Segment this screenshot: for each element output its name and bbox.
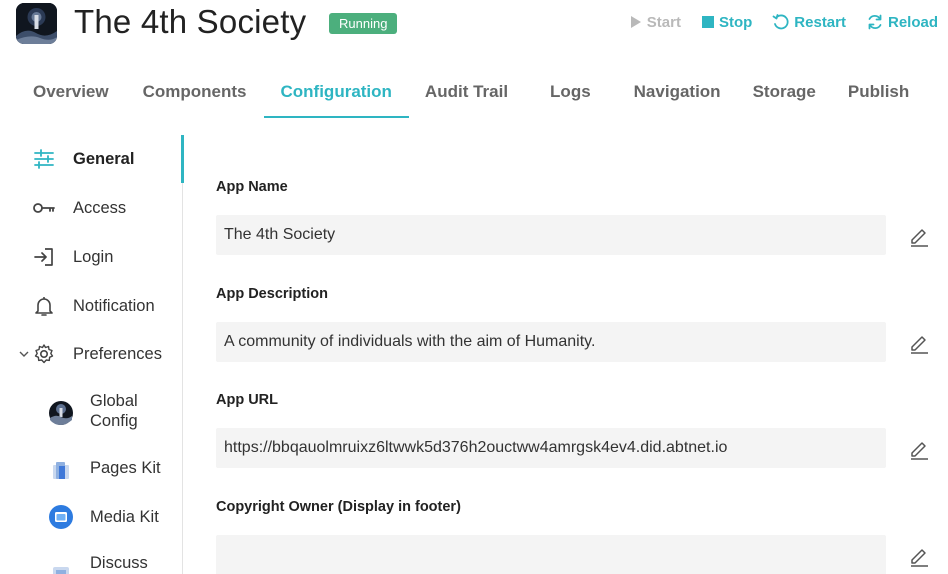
sidebar-item-label: Notification — [73, 296, 155, 315]
field-label: App URL — [216, 392, 279, 408]
login-icon — [34, 248, 53, 266]
app-header: The 4th Society Running Start Stop Resta… — [0, 0, 948, 50]
tab-bar: Overview Components Configuration Audit … — [16, 72, 926, 118]
start-button[interactable]: Start — [629, 14, 681, 31]
global-config-icon — [49, 401, 73, 425]
stop-label: Stop — [718, 13, 753, 31]
bell-icon — [35, 297, 53, 316]
sidebar-item-access[interactable]: Access — [0, 193, 183, 223]
tab-navigation[interactable]: Navigation — [617, 72, 738, 118]
reload-icon — [868, 14, 882, 30]
restart-label: Restart — [794, 13, 846, 31]
tab-storage[interactable]: Storage — [738, 72, 833, 118]
sliders-icon — [34, 149, 54, 169]
key-icon — [33, 203, 55, 213]
start-label: Start — [646, 13, 681, 31]
field-label: Copyright Owner (Display in footer) — [216, 499, 461, 515]
sidebar-subitem-label: Config — [90, 412, 138, 430]
app-name-input[interactable]: The 4th Society — [216, 215, 886, 255]
tab-overview[interactable]: Overview — [16, 72, 126, 118]
tab-components[interactable]: Components — [126, 72, 264, 118]
edit-pencil-icon[interactable] — [908, 225, 930, 247]
restart-icon — [772, 14, 789, 30]
media-kit-icon — [49, 505, 73, 529]
sidebar-subitem-global-config[interactable]: Global Config — [0, 390, 183, 434]
pages-kit-icon — [53, 462, 69, 479]
sidebar-subitem-label: Pages Kit — [90, 459, 161, 477]
edit-pencil-icon[interactable] — [908, 438, 930, 460]
sidebar-item-login[interactable]: Login — [0, 242, 183, 272]
stop-icon — [701, 16, 714, 28]
sidebar-subitem-label: Global — [90, 392, 138, 410]
app-logo — [16, 3, 57, 44]
tab-logs[interactable]: Logs — [534, 72, 617, 118]
sidebar-item-label: Login — [73, 247, 114, 266]
sidebar-subitem-label: Media Kit — [90, 508, 159, 526]
field-label: App Name — [216, 179, 288, 195]
edit-pencil-icon[interactable] — [908, 545, 930, 567]
reload-label: Reload — [887, 13, 938, 31]
sidebar-item-preferences[interactable]: Preferences — [0, 339, 183, 369]
reload-button[interactable]: Reload — [866, 13, 938, 31]
settings-sidebar: General Access Login Notification Prefer… — [0, 135, 184, 574]
edit-pencil-icon[interactable] — [908, 332, 930, 354]
status-badge: Running — [329, 13, 398, 34]
sidebar-item-notification[interactable]: Notification — [0, 291, 183, 321]
sidebar-subitem-label: Discuss — [90, 554, 148, 572]
app-title: The 4th Society — [74, 3, 307, 40]
sidebar-subitem-media-kit[interactable]: Media Kit — [0, 504, 183, 530]
copyright-owner-input[interactable] — [216, 535, 886, 574]
sidebar-item-general[interactable]: General — [0, 144, 183, 174]
sidebar-subitem-pages-kit[interactable]: Pages Kit — [0, 455, 183, 481]
play-icon — [630, 16, 641, 28]
tab-configuration[interactable]: Configuration — [263, 72, 409, 118]
tab-publish[interactable]: Publish — [833, 72, 926, 118]
app-url-input[interactable]: https://bbqauolmruixz6ltwwk5d376h2ouctww… — [216, 428, 886, 468]
app-actions: Start Stop Restart Reload — [609, 13, 938, 31]
chevron-down-icon — [19, 351, 29, 357]
app-description-input[interactable]: A community of individuals with the aim … — [216, 322, 886, 362]
sidebar-item-label: General — [73, 149, 135, 168]
sidebar-subitem-discuss[interactable]: Discuss — [0, 552, 183, 574]
tab-audit-trail[interactable]: Audit Trail — [409, 72, 534, 118]
restart-button[interactable]: Restart — [772, 13, 846, 31]
sidebar-item-label: Preferences — [73, 344, 162, 363]
stop-button[interactable]: Stop — [701, 14, 752, 31]
gear-icon — [34, 344, 54, 364]
discuss-icon — [53, 567, 69, 574]
sidebar-item-label: Access — [73, 198, 127, 217]
field-label: App Description — [216, 286, 328, 302]
